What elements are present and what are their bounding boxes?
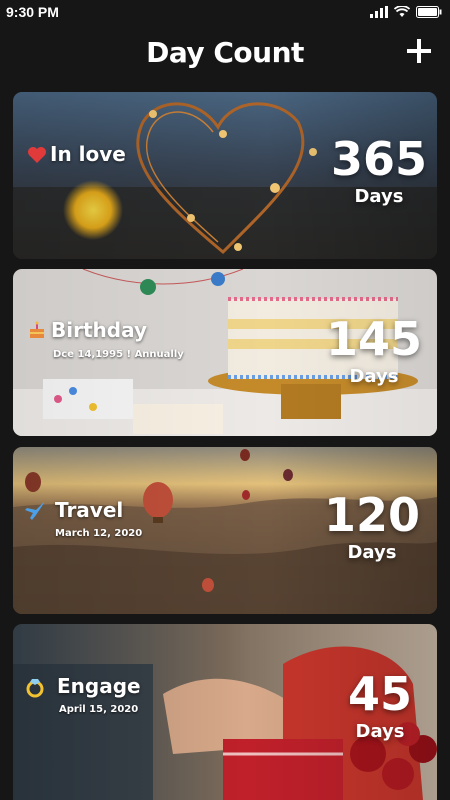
- status-bar: 9:30 PM: [0, 0, 450, 24]
- app-header: Day Count: [0, 28, 450, 82]
- day-count: 120 Days: [324, 492, 420, 562]
- card-date: Dce 14,1995 ! Annually: [53, 349, 184, 360]
- day-count-unit: Days: [355, 721, 405, 742]
- page-title: Day Count: [146, 36, 304, 69]
- add-button[interactable]: [404, 36, 434, 66]
- day-count-unit: Days: [347, 542, 397, 563]
- event-card-engage[interactable]: Engage April 15, 2020 45 Days: [13, 624, 437, 800]
- card-date: April 15, 2020: [59, 704, 139, 715]
- cake-icon: [26, 319, 48, 341]
- card-title: Engage: [57, 674, 141, 698]
- status-time: 9:30 PM: [6, 4, 59, 20]
- day-count: 45 Days: [348, 671, 412, 741]
- day-count-value: 45: [347, 667, 412, 721]
- day-count-unit: Days: [349, 366, 399, 387]
- card-date: March 12, 2020: [55, 528, 143, 539]
- day-count: 365 Days: [331, 136, 427, 206]
- day-count-value: 120: [323, 488, 420, 542]
- wifi-icon: [394, 6, 410, 17]
- day-count-value: 365: [330, 132, 427, 186]
- card-title: Birthday: [51, 318, 147, 342]
- status-icons: [370, 6, 442, 18]
- event-card-in-love[interactable]: In love 365 Days: [13, 92, 437, 259]
- signal-icon: [370, 6, 388, 18]
- event-card-travel[interactable]: Travel March 12, 2020 120 Days: [13, 447, 437, 614]
- battery-icon: [416, 6, 442, 18]
- card-title: Travel: [55, 498, 124, 522]
- card-title: In love: [50, 142, 126, 166]
- day-count-unit: Days: [354, 186, 404, 207]
- ring-icon: [24, 676, 46, 698]
- day-count: 145 Days: [326, 316, 422, 386]
- event-card-birthday[interactable]: Birthday Dce 14,1995 ! Annually 145 Days: [13, 269, 437, 436]
- heart-icon: [26, 144, 48, 166]
- airplane-icon: [24, 500, 46, 522]
- plus-icon: [407, 39, 431, 63]
- day-count-value: 145: [325, 312, 422, 366]
